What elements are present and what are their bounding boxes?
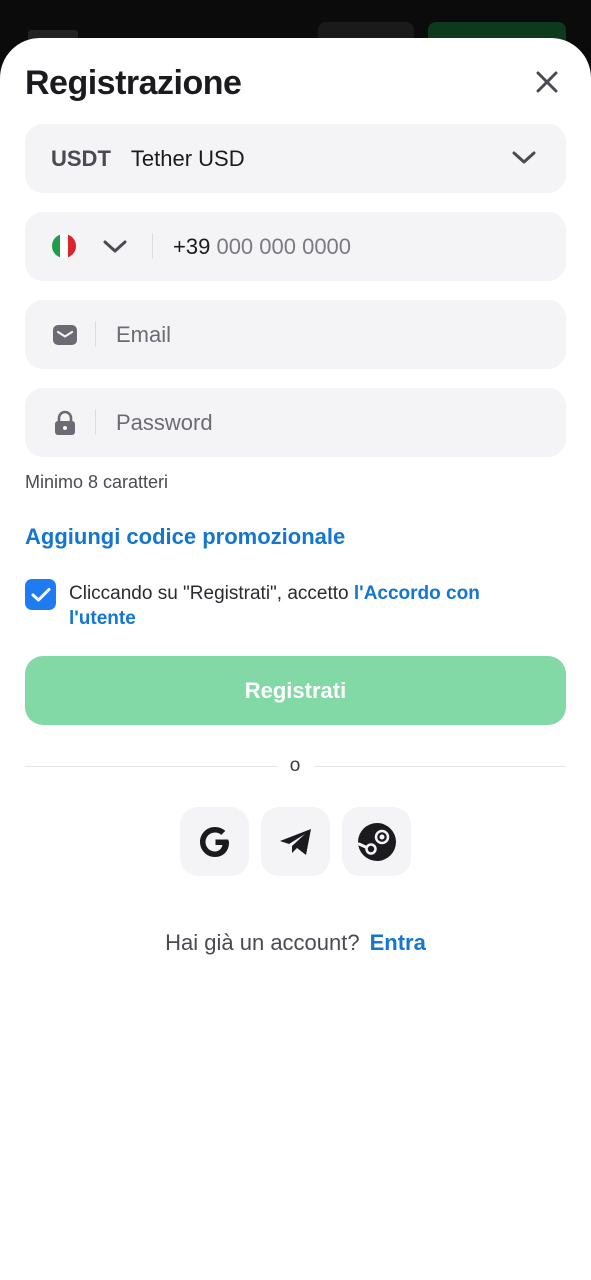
phone-input[interactable]: +39 000 000 0000 — [173, 234, 351, 260]
close-icon — [536, 71, 558, 93]
divider-left — [25, 766, 277, 767]
login-prompt-text: Hai già un account? — [165, 930, 360, 955]
login-link[interactable]: Entra — [370, 930, 426, 955]
check-icon — [31, 587, 50, 601]
agreement-checkbox[interactable] — [25, 579, 56, 610]
chevron-down-icon — [512, 151, 536, 164]
currency-name: Tether USD — [130, 145, 245, 171]
register-button[interactable]: Registrati — [25, 656, 566, 725]
steam-login-button[interactable] — [342, 807, 411, 876]
password-field[interactable]: Password — [25, 388, 566, 457]
password-divider — [95, 409, 96, 435]
email-field[interactable]: Email — [25, 300, 566, 369]
modal-title: Registrazione — [25, 64, 242, 102]
country-chevron-down-icon[interactable] — [103, 236, 127, 258]
phone-prefix: +39 — [173, 234, 211, 259]
mail-icon — [53, 325, 77, 345]
steam-icon — [357, 822, 396, 861]
agreement-text: Cliccando su "Registrati", accetto l'Acc… — [69, 581, 529, 631]
divider-label: o — [289, 755, 301, 776]
italy-flag-icon — [52, 234, 76, 258]
telegram-login-button[interactable] — [261, 807, 330, 876]
telegram-icon — [279, 828, 311, 855]
phone-field: +39 000 000 0000 — [25, 212, 566, 281]
login-prompt: Hai già un account? Entra — [0, 930, 591, 956]
currency-code: USDT — [51, 145, 111, 171]
divider-right — [314, 766, 566, 767]
password-hint: Minimo 8 caratteri — [25, 472, 169, 492]
phone-placeholder: 000 000 0000 — [216, 234, 352, 259]
phone-divider — [152, 233, 153, 259]
google-icon — [199, 826, 229, 857]
promo-code-link[interactable]: Aggiungi codice promozionale — [25, 524, 345, 550]
currency-select[interactable]: USDT Tether USD — [25, 124, 566, 193]
registration-sheet: Registrazione USDT Tether USD +39 000 00… — [0, 38, 591, 1280]
email-input[interactable]: Email — [116, 322, 171, 348]
google-login-button[interactable] — [180, 807, 249, 876]
close-button[interactable] — [527, 62, 567, 102]
password-input[interactable]: Password — [116, 410, 213, 436]
email-divider — [95, 321, 96, 347]
lock-icon — [55, 410, 75, 435]
agreement-label: Cliccando su "Registrati", accetto — [69, 583, 354, 604]
